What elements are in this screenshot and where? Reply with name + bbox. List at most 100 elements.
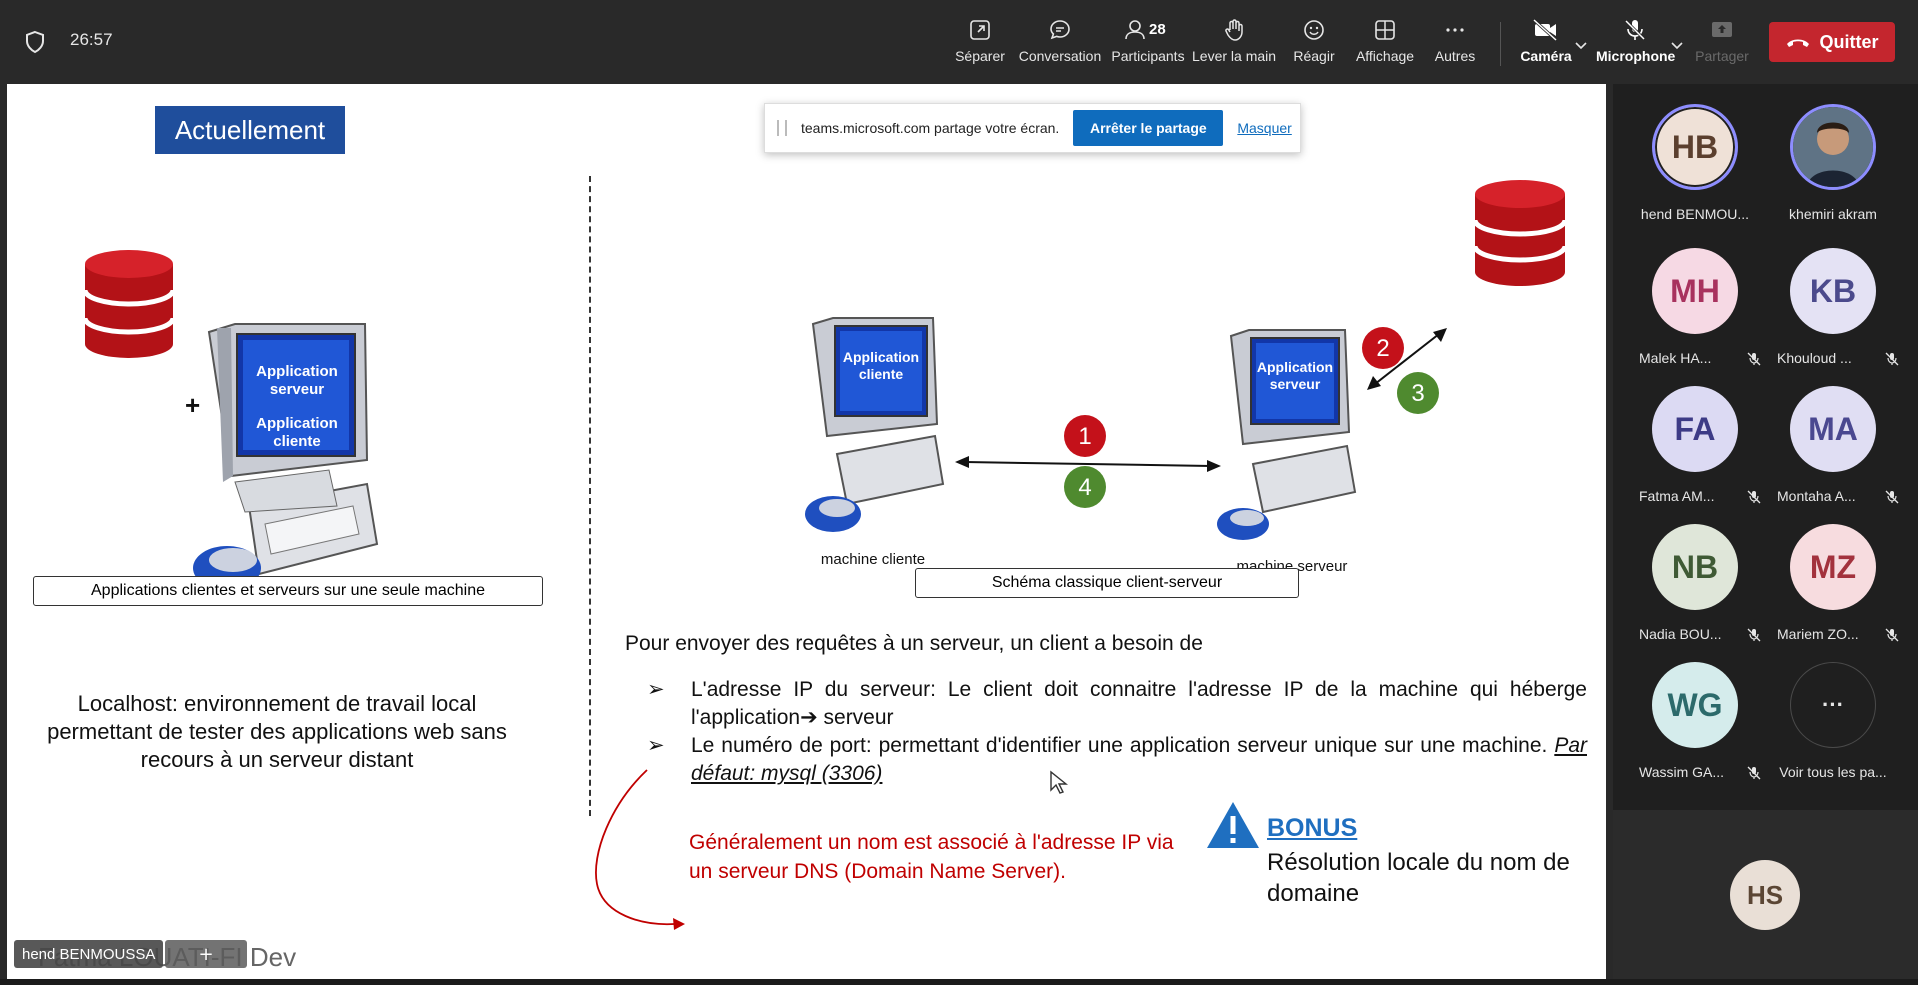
participant-tile[interactable]: MZ Mariem ZO... bbox=[1763, 524, 1903, 654]
people-icon: 28 bbox=[1125, 20, 1166, 40]
microphone-button[interactable]: Microphone bbox=[1596, 14, 1676, 74]
share-icon bbox=[1712, 22, 1732, 37]
participants-count: 28 bbox=[1149, 21, 1166, 38]
self-avatar: HS bbox=[1730, 860, 1800, 930]
avatar: KB bbox=[1790, 248, 1876, 334]
chat-icon bbox=[1050, 20, 1070, 40]
pop-out-button[interactable]: Séparer bbox=[950, 14, 1010, 74]
smiley-icon bbox=[1304, 20, 1324, 40]
participant-tile[interactable]: FA Fatma AM... bbox=[1625, 386, 1765, 516]
client-machine-label: machine cliente bbox=[821, 551, 925, 568]
curved-arrow bbox=[595, 769, 685, 930]
bullet-ip-address: ➢ L'adresse IP du serveur: Le client doi… bbox=[647, 676, 1587, 732]
hang-up-icon bbox=[1787, 39, 1810, 47]
localhost-definition: Localhost: environnement de travail loca… bbox=[47, 691, 507, 772]
view-all-participants-tile[interactable]: ··· Voir tous les pa... bbox=[1763, 662, 1903, 792]
chat-label: Conversation bbox=[1018, 48, 1102, 64]
avatar: NB bbox=[1652, 524, 1738, 610]
left-caption: Applications clientes et serveurs sur un… bbox=[33, 576, 543, 606]
microphone-label: Microphone bbox=[1596, 48, 1676, 64]
slide-divider bbox=[589, 176, 591, 816]
step-badge-2: 2 bbox=[1362, 327, 1404, 369]
leave-meeting-button[interactable]: Quitter bbox=[1769, 22, 1895, 62]
avatar: FA bbox=[1652, 386, 1738, 472]
bullet-marker: ➢ bbox=[647, 734, 665, 757]
participant-tile[interactable]: WG Wassim GA... bbox=[1625, 662, 1765, 792]
participant-name: Nadia BOU... bbox=[1639, 626, 1722, 642]
avatar: WG bbox=[1652, 662, 1738, 748]
camera-options-chevron-icon[interactable] bbox=[1574, 38, 1588, 52]
mic-muted-icon bbox=[1885, 352, 1899, 366]
step-badge-3: 3 bbox=[1397, 372, 1439, 414]
svg-text:2: 2 bbox=[1376, 335, 1389, 362]
mic-muted-icon bbox=[1885, 490, 1899, 504]
bonus-title: BONUS bbox=[1267, 814, 1358, 842]
camera-button[interactable]: Caméra bbox=[1516, 14, 1576, 74]
participants-label: Participants bbox=[1111, 48, 1185, 64]
bonus-text: Résolution locale du nom de domaine bbox=[1267, 849, 1570, 907]
pop-out-icon bbox=[970, 20, 990, 40]
share-label: Partager bbox=[1695, 48, 1749, 64]
react-button[interactable]: Réagir bbox=[1286, 14, 1342, 74]
step-badge-1: 1 bbox=[1064, 415, 1106, 457]
svg-text:1: 1 bbox=[1078, 423, 1091, 450]
svg-text:3: 3 bbox=[1411, 380, 1424, 407]
raise-hand-label: Lever la main bbox=[1192, 48, 1277, 64]
step-badge-4: 4 bbox=[1064, 466, 1106, 508]
stop-sharing-button[interactable]: Arrêter le partage bbox=[1073, 110, 1224, 146]
more-icon bbox=[1446, 28, 1464, 32]
meeting-toolbar: 26:57 Séparer Conversation 28 Participan… bbox=[0, 0, 1918, 84]
raise-hand-button[interactable]: Lever la main bbox=[1192, 14, 1276, 74]
avatar: HB bbox=[1652, 104, 1738, 190]
mic-muted-icon bbox=[1885, 628, 1899, 642]
svg-text:4: 4 bbox=[1078, 474, 1091, 501]
bullet-ip-text: L'adresse IP du serveur: Le client doit … bbox=[691, 678, 1587, 729]
toolbar-divider bbox=[1500, 22, 1501, 66]
participant-name: Wassim GA... bbox=[1639, 764, 1725, 780]
avatar: MA bbox=[1790, 386, 1876, 472]
screen-share-banner: teams.microsoft.com partage votre écran.… bbox=[764, 103, 1301, 153]
pop-out-label: Séparer bbox=[955, 48, 1005, 64]
camera-off-icon bbox=[1532, 18, 1558, 42]
avatar-photo bbox=[1790, 104, 1876, 190]
participants-button[interactable]: 28 Participants bbox=[1110, 14, 1186, 74]
raise-hand-icon bbox=[1225, 19, 1243, 41]
participant-name: Montaha A... bbox=[1777, 488, 1856, 504]
grid-view-icon bbox=[1375, 20, 1395, 40]
slide-title: Actuellement bbox=[155, 106, 345, 154]
chat-button[interactable]: Conversation bbox=[1018, 14, 1102, 74]
right-caption: Schéma classique client-serveur bbox=[915, 568, 1299, 598]
view-button[interactable]: Affichage bbox=[1350, 14, 1420, 74]
bullet-port-text: Le numéro de port: permettant d'identifi… bbox=[691, 734, 1548, 757]
microphone-options-chevron-icon[interactable] bbox=[1670, 38, 1684, 52]
share-button[interactable]: Partager bbox=[1692, 14, 1752, 74]
hide-banner-link[interactable]: Masquer bbox=[1237, 120, 1291, 136]
bullet-marker: ➢ bbox=[647, 678, 665, 701]
mic-off-icon bbox=[1624, 19, 1646, 41]
drag-handle-icon[interactable] bbox=[777, 120, 787, 136]
mic-muted-icon bbox=[1747, 628, 1761, 642]
presenter-name-tag: hend BENMOUSSA bbox=[14, 940, 164, 968]
more-participants-icon: ··· bbox=[1790, 662, 1876, 748]
expand-presenter-button[interactable]: + bbox=[165, 940, 247, 968]
participant-tile[interactable]: HB hend BENMOU... bbox=[1625, 104, 1765, 234]
single-machine-illustration: + Application serveur Application cliente bbox=[82, 250, 379, 590]
participant-tile[interactable]: MA Montaha A... bbox=[1763, 386, 1903, 516]
share-banner-text: teams.microsoft.com partage votre écran. bbox=[801, 120, 1060, 136]
warning-icon bbox=[1207, 802, 1259, 848]
participant-name: Malek HA... bbox=[1639, 350, 1712, 366]
participant-tile[interactable]: khemiri akram bbox=[1763, 104, 1903, 234]
shared-slide: Actuellement + Application serveur Applic… bbox=[7, 84, 1606, 979]
leave-label: Quitter bbox=[1819, 31, 1879, 52]
participant-tile[interactable]: KB Khouloud ... bbox=[1763, 248, 1903, 378]
more-button[interactable]: Autres bbox=[1428, 14, 1482, 74]
view-label: Affichage bbox=[1355, 48, 1415, 64]
requirements-intro: Pour envoyer des requêtes à un serveur, … bbox=[625, 632, 1203, 655]
plus-sign: + bbox=[185, 390, 200, 420]
avatar: MH bbox=[1652, 248, 1738, 334]
participant-tile[interactable]: MH Malek HA... bbox=[1625, 248, 1765, 378]
meeting-timer: 26:57 bbox=[70, 30, 113, 49]
participant-tile[interactable]: NB Nadia BOU... bbox=[1625, 524, 1765, 654]
shield-icon[interactable] bbox=[24, 30, 46, 54]
database-icon bbox=[1472, 180, 1568, 286]
